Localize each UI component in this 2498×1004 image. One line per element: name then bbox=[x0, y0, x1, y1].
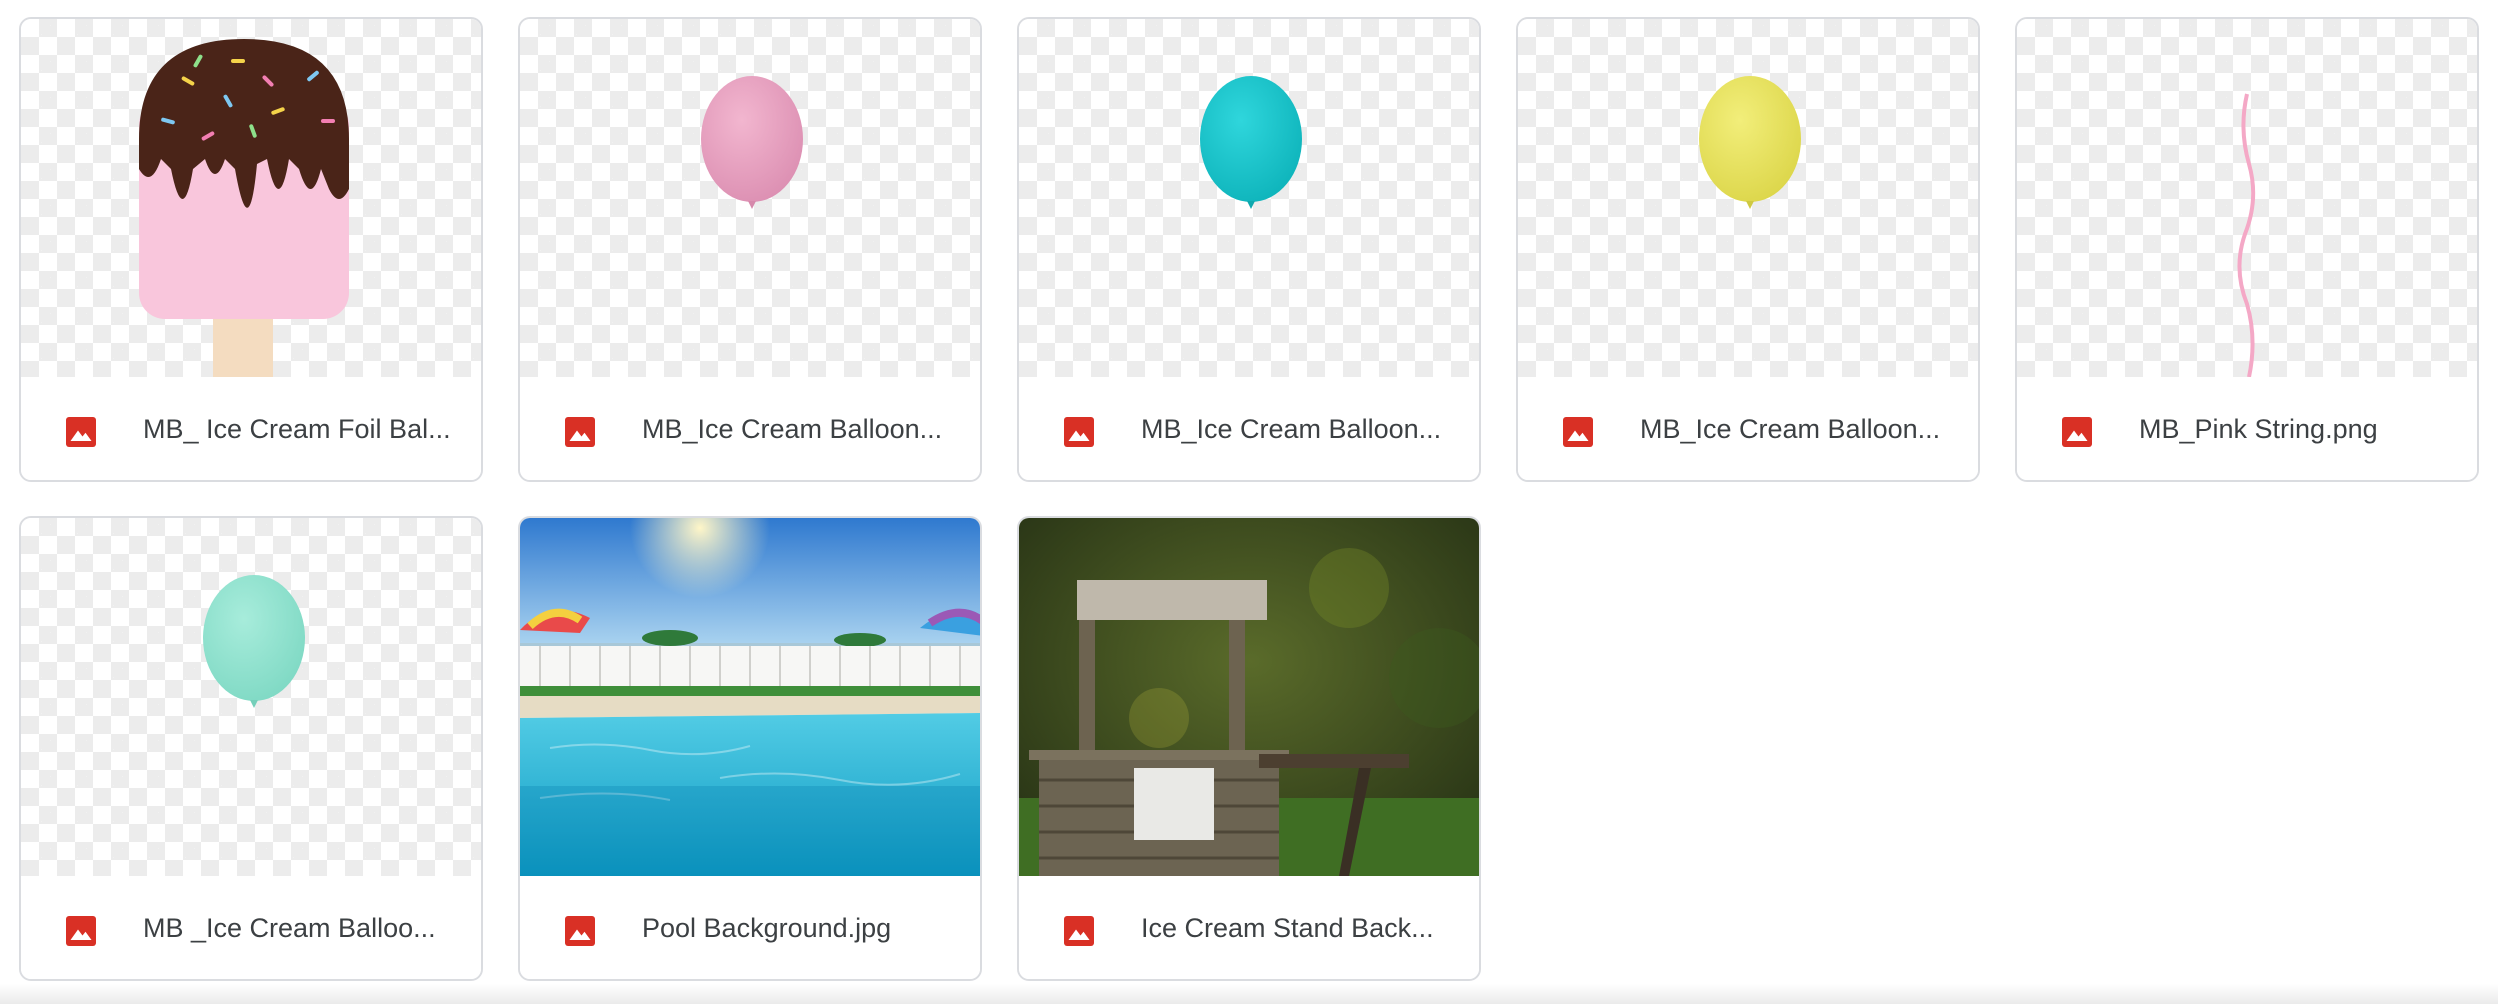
file-thumbnail bbox=[21, 518, 481, 876]
pink-string-image bbox=[2237, 93, 2256, 377]
file-name: MB _Ice Cream Balloo... bbox=[143, 913, 436, 943]
file-name: MB_ Ice Cream Foil Bal... bbox=[143, 414, 451, 444]
image-file-icon bbox=[1061, 913, 1097, 949]
file-card[interactable]: MB_Ice Cream Balloon... bbox=[518, 17, 982, 482]
file-thumbnail bbox=[1518, 19, 1978, 377]
file-thumbnail bbox=[2017, 19, 2477, 377]
file-footer: MB_Ice Cream Balloon... bbox=[1518, 377, 1978, 480]
file-thumbnail bbox=[1019, 19, 1479, 377]
file-card[interactable]: MB_Pink String.png bbox=[2015, 17, 2479, 482]
file-name: MB_Pink String.png bbox=[2139, 414, 2378, 444]
file-thumbnail bbox=[520, 518, 980, 876]
image-file-icon bbox=[1560, 414, 1596, 450]
image-file-icon bbox=[63, 913, 99, 949]
file-footer: MB_Pink String.png bbox=[2017, 377, 2477, 480]
teal-balloon-image bbox=[1200, 76, 1302, 209]
file-footer: MB_Ice Cream Balloon... bbox=[520, 377, 980, 480]
file-thumbnail bbox=[520, 19, 980, 377]
file-name: MB_Ice Cream Balloon... bbox=[1141, 414, 1442, 444]
file-name: Pool Background.jpg bbox=[642, 913, 892, 943]
file-card[interactable]: Ice Cream Stand Back... bbox=[1017, 516, 1481, 981]
file-name: Ice Cream Stand Back... bbox=[1141, 913, 1434, 943]
file-card[interactable]: MB_Ice Cream Balloon... bbox=[1017, 17, 1481, 482]
image-file-icon bbox=[2059, 414, 2095, 450]
file-footer: MB_ Ice Cream Foil Bal... bbox=[21, 377, 481, 480]
file-footer: MB _Ice Cream Balloo... bbox=[21, 876, 481, 979]
mint-balloon-image bbox=[203, 575, 305, 708]
image-file-icon bbox=[63, 414, 99, 450]
file-card[interactable]: MB_ Ice Cream Foil Bal... bbox=[19, 17, 483, 482]
pool-background-image bbox=[520, 518, 980, 876]
file-thumbnail bbox=[1019, 518, 1479, 876]
ice-cream-stand-image bbox=[1019, 518, 1479, 876]
yellow-balloon-image bbox=[1699, 76, 1801, 209]
file-name: MB_Ice Cream Balloon... bbox=[642, 414, 943, 444]
file-card[interactable]: MB _Ice Cream Balloo... bbox=[19, 516, 483, 981]
image-file-icon bbox=[562, 913, 598, 949]
file-thumbnail bbox=[21, 19, 481, 377]
file-footer: MB_Ice Cream Balloon... bbox=[1019, 377, 1479, 480]
pink-balloon-image bbox=[701, 76, 803, 209]
file-name: MB_Ice Cream Balloon... bbox=[1640, 414, 1941, 444]
file-footer: Pool Background.jpg bbox=[520, 876, 980, 979]
ice-cream-foil-balloon-image bbox=[139, 39, 349, 377]
file-card[interactable]: MB_Ice Cream Balloon... bbox=[1516, 17, 1980, 482]
image-file-icon bbox=[562, 414, 598, 450]
file-card[interactable]: Pool Background.jpg bbox=[518, 516, 982, 981]
file-footer: Ice Cream Stand Back... bbox=[1019, 876, 1479, 979]
scroll-shadow bbox=[0, 984, 2498, 1004]
image-file-icon bbox=[1061, 414, 1097, 450]
